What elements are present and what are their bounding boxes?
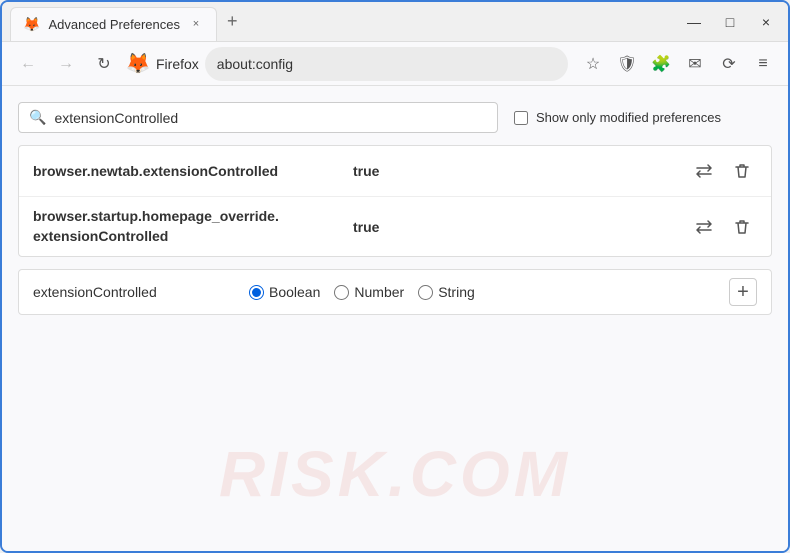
add-pref-row: extensionControlled Boolean Number Strin… [18, 269, 772, 315]
content-area: RISK.COM 🔍 Show only modified preference… [2, 86, 788, 551]
radio-group: Boolean Number String [249, 284, 713, 300]
minimize-button[interactable]: — [680, 8, 708, 36]
window-controls: — □ × [680, 8, 780, 36]
search-icon: 🔍 [29, 109, 46, 126]
email-button[interactable]: ✉ [680, 49, 710, 79]
delete-button-2[interactable] [727, 212, 757, 242]
row-actions-1 [689, 156, 757, 186]
shield-button[interactable]: 🛡 [612, 49, 642, 79]
toggle-button-1[interactable] [689, 156, 719, 186]
browser-name: Firefox [156, 56, 199, 72]
tab-title: Advanced Preferences [48, 17, 180, 32]
browser-tab[interactable]: 🦊 Advanced Preferences × [10, 7, 217, 41]
delete-button-1[interactable] [727, 156, 757, 186]
show-modified-label[interactable]: Show only modified preferences [514, 110, 721, 125]
address-bar[interactable]: about:config [205, 47, 568, 81]
search-input[interactable] [54, 110, 487, 126]
radio-boolean-option[interactable]: Boolean [249, 284, 320, 300]
swap-icon [695, 162, 713, 180]
trash-icon [733, 218, 751, 236]
search-input-wrapper: 🔍 [18, 102, 498, 133]
radio-string-option[interactable]: String [418, 284, 475, 300]
maximize-button[interactable]: □ [716, 8, 744, 36]
show-modified-checkbox[interactable] [514, 111, 528, 125]
table-row: browser.newtab.extensionControlled true [19, 146, 771, 197]
bookmark-button[interactable]: ☆ [578, 49, 608, 79]
radio-number[interactable] [334, 285, 349, 300]
radio-number-option[interactable]: Number [334, 284, 404, 300]
sync-button[interactable]: ⟳ [714, 49, 744, 79]
pref-name-1: browser.newtab.extensionControlled [33, 163, 353, 179]
radio-boolean-label: Boolean [269, 284, 320, 300]
tab-close-button[interactable]: × [188, 16, 204, 32]
menu-button[interactable]: ≡ [748, 49, 778, 79]
extension-button[interactable]: 🧩 [646, 49, 676, 79]
forward-button[interactable]: → [50, 48, 82, 80]
firefox-icon: 🦊 [126, 52, 150, 76]
table-row: browser.startup.homepage_override. exten… [19, 197, 771, 256]
pref-name-2: browser.startup.homepage_override. exten… [33, 207, 353, 246]
back-button[interactable]: ← [12, 48, 44, 80]
radio-string-label: String [438, 284, 475, 300]
nav-bar: ← → ↻ 🦊 Firefox about:config ☆ 🛡 🧩 ✉ ⟳ ≡ [2, 42, 788, 86]
radio-number-label: Number [354, 284, 404, 300]
address-text: about:config [217, 56, 293, 72]
watermark: RISK.COM [219, 437, 571, 511]
close-button[interactable]: × [752, 8, 780, 36]
title-bar: 🦊 Advanced Preferences × + — □ × [2, 2, 788, 42]
tab-favicon: 🦊 [23, 16, 40, 33]
new-pref-name: extensionControlled [33, 284, 233, 300]
pref-value-2: true [353, 219, 689, 235]
row-actions-2 [689, 212, 757, 242]
search-bar: 🔍 Show only modified preferences [18, 102, 772, 133]
pref-value-1: true [353, 163, 689, 179]
reload-button[interactable]: ↻ [88, 48, 120, 80]
add-pref-button[interactable]: + [729, 278, 757, 306]
radio-string[interactable] [418, 285, 433, 300]
browser-window: 🦊 Advanced Preferences × + — □ × ← → ↻ 🦊… [0, 0, 790, 553]
swap-icon [695, 218, 713, 236]
new-tab-button[interactable]: + [221, 11, 244, 32]
trash-icon [733, 162, 751, 180]
toggle-button-2[interactable] [689, 212, 719, 242]
radio-boolean[interactable] [249, 285, 264, 300]
show-modified-text: Show only modified preferences [536, 110, 721, 125]
results-table: browser.newtab.extensionControlled true [18, 145, 772, 257]
nav-icons: ☆ 🛡 🧩 ✉ ⟳ ≡ [578, 49, 778, 79]
